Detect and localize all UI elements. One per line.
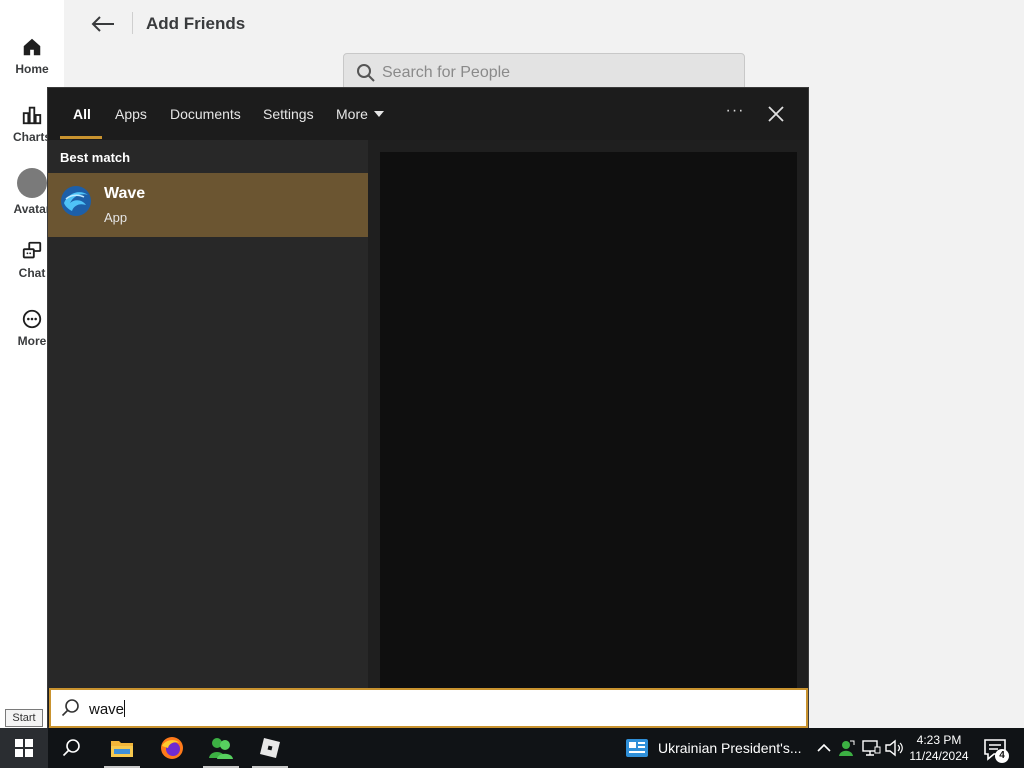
tab-documents[interactable]: Documents [170,106,241,122]
home-icon [23,38,41,56]
nav-chat-label: Chat [18,266,46,280]
active-tab-indicator [60,136,102,139]
chat-icon [22,241,42,259]
chevron-up-icon[interactable] [814,738,834,758]
taskbar-search-button[interactable] [48,728,96,768]
search-tabs: All Apps Documents Settings More ··· [48,88,808,140]
people-app-icon [209,738,233,759]
roblox-icon [260,738,280,758]
best-match-label: Best match [60,150,131,165]
taskbar-firefox[interactable] [152,728,192,768]
start-button[interactable] [0,728,48,768]
taskbar-clock[interactable]: 4:23 PM 11/24/2024 [906,732,972,764]
tab-apps[interactable]: Apps [115,106,147,122]
news-widget[interactable]: Ukrainian President's... [626,728,802,768]
nav-home[interactable]: Home [0,36,64,76]
start-tooltip: Start [5,709,43,727]
search-icon [62,739,80,757]
taskbar: Ukrainian President's... 4:23 PM 11/24/2… [0,728,1024,768]
nav-charts-label: Charts [12,130,51,144]
more-icon [22,309,42,329]
notification-count-badge: 4 [995,749,1009,763]
avatar-icon [17,168,47,198]
search-query: wave [89,700,126,718]
clock-time: 4:23 PM [916,733,962,747]
results-list: Best match Wave App [48,140,368,688]
wave-app-icon [61,186,91,216]
taskbar-people-app[interactable] [201,728,241,768]
more-options-icon[interactable]: ··· [724,102,746,122]
windows-logo-icon [15,739,33,757]
people-search-input[interactable]: Search for People [343,53,745,91]
search-icon [357,64,375,82]
tab-settings[interactable]: Settings [263,106,314,122]
chevron-down-icon [373,111,384,117]
page-title: Add Friends [146,14,246,33]
people-search-placeholder: Search for People [382,64,511,81]
best-match-name: Wave [104,185,146,202]
start-search-panel: All Apps Documents Settings More ··· Bes… [47,87,809,728]
network-icon[interactable] [861,738,881,758]
volume-icon[interactable] [884,738,904,758]
best-match-type: App [104,210,128,225]
preview-pane [380,152,797,688]
header-divider [132,12,133,34]
charts-icon [22,106,42,125]
nav-home-label: Home [15,62,49,76]
people-status-icon[interactable] [837,738,857,758]
news-headline: Ukrainian President's... [658,740,802,756]
news-icon [626,739,648,757]
start-search-input[interactable]: wave [49,688,808,728]
search-query-text: wave [89,701,125,718]
best-match-item[interactable]: Wave App [48,173,368,237]
taskbar-roblox[interactable] [250,728,290,768]
nav-avatar-label: Avatar [13,202,51,216]
tab-all[interactable]: All [73,106,91,122]
close-icon[interactable] [766,104,786,124]
search-icon [61,699,79,717]
text-cursor [124,700,126,717]
firefox-icon [161,737,183,759]
file-explorer-icon [111,741,133,757]
taskbar-file-explorer[interactable] [102,728,142,768]
clock-date: 11/24/2024 [909,749,969,763]
tab-more-label: More [336,106,368,122]
tab-more[interactable]: More [336,106,384,122]
back-arrow-icon[interactable] [90,12,116,36]
nav-more-label: More [17,334,47,348]
